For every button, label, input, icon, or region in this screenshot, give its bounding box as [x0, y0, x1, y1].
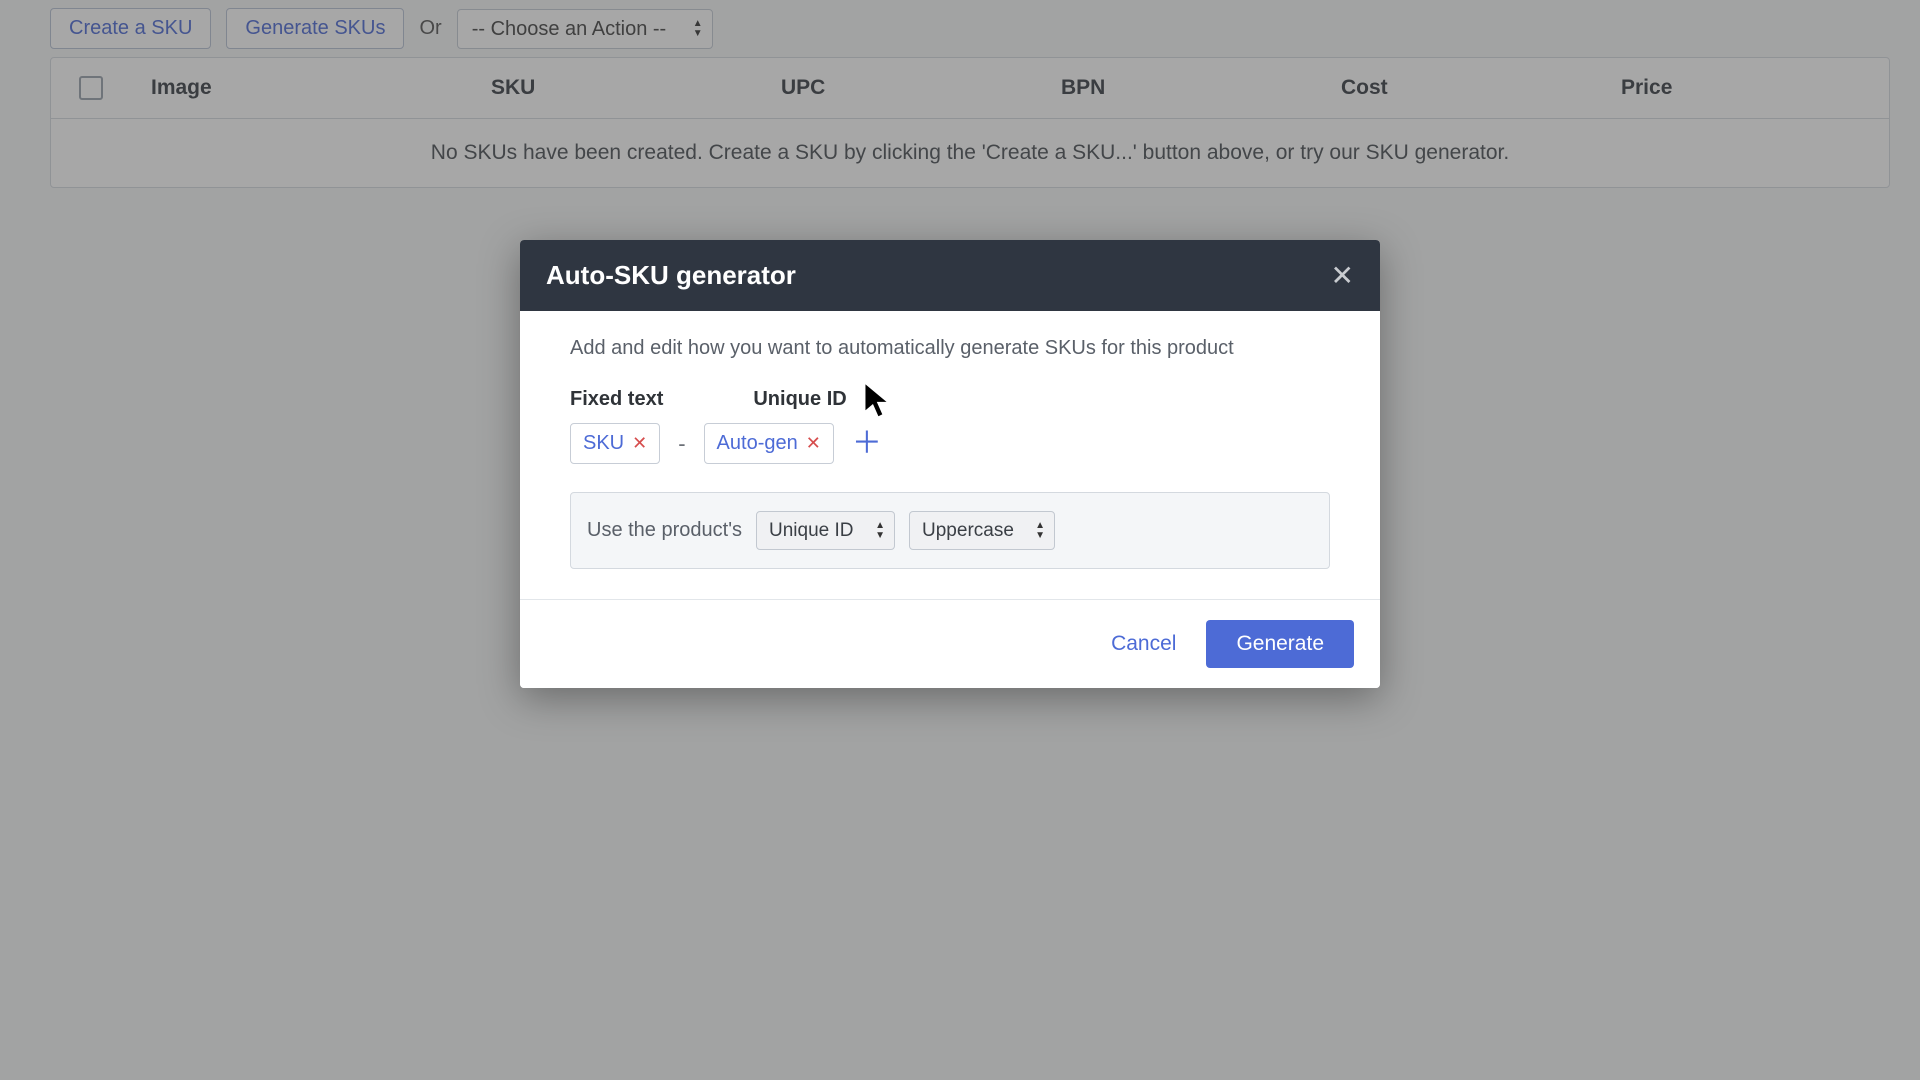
- token-labels-row: Fixed text Unique ID: [570, 388, 1330, 411]
- auto-sku-modal: Auto-SKU generator ✕ Add and edit how yo…: [520, 240, 1380, 688]
- remove-token-icon[interactable]: ✕: [806, 433, 821, 454]
- tokens-row: SKU ✕ - Auto-gen ✕ ＋: [570, 423, 1330, 464]
- token-config-box: Use the product's Unique ID Uppercase: [570, 492, 1330, 569]
- add-token-icon[interactable]: ＋: [852, 429, 882, 459]
- token-separator: -: [678, 431, 685, 457]
- modal-description: Add and edit how you want to automatical…: [570, 337, 1330, 360]
- source-select[interactable]: Unique ID: [756, 511, 895, 550]
- label-unique-id: Unique ID: [753, 388, 846, 411]
- modal-header: Auto-SKU generator ✕: [520, 240, 1380, 311]
- remove-token-icon[interactable]: ✕: [632, 433, 647, 454]
- generate-button[interactable]: Generate: [1206, 620, 1354, 668]
- close-icon[interactable]: ✕: [1331, 262, 1354, 290]
- modal-body: Add and edit how you want to automatical…: [520, 311, 1380, 599]
- case-select[interactable]: Uppercase: [909, 511, 1055, 550]
- token-fixed-text[interactable]: SKU ✕: [570, 423, 660, 464]
- cancel-button[interactable]: Cancel: [1111, 620, 1176, 668]
- modal-title: Auto-SKU generator: [546, 260, 796, 291]
- modal-footer: Cancel Generate: [520, 599, 1380, 688]
- token-unique-id-label: Auto-gen: [717, 432, 798, 455]
- token-unique-id[interactable]: Auto-gen ✕: [704, 423, 834, 464]
- token-fixed-text-label: SKU: [583, 432, 624, 455]
- label-fixed-text: Fixed text: [570, 388, 663, 411]
- config-prefix-text: Use the product's: [587, 519, 742, 542]
